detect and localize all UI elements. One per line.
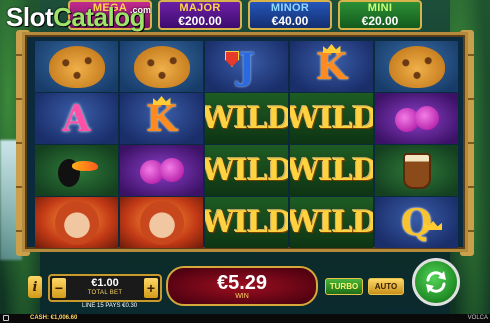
total-bet-label: TOTAL BET — [87, 290, 123, 296]
symbol-woman — [35, 197, 118, 248]
wild-label: WILD — [205, 153, 288, 188]
symbol-wild: WILD — [205, 145, 288, 196]
letter-a: A — [62, 97, 91, 140]
symbol-q: Q — [375, 197, 458, 248]
wild-label: WILD — [290, 205, 373, 240]
symbol-orchid — [120, 145, 203, 196]
symbol-k: K — [120, 93, 203, 144]
orchid-icon — [394, 102, 439, 136]
info-button[interactable]: i — [28, 276, 42, 298]
symbol-orchid — [375, 93, 458, 144]
symbol-wild: WILD — [290, 145, 373, 196]
reel-grid: J K A K WILD WILD WILD WILD WILD WILD Q — [35, 41, 458, 248]
slotcatalog-watermark-logo: SlotCatalog — [6, 2, 145, 33]
win-amount: €5.29 — [216, 272, 268, 294]
jackpot-minor: MINOR €40.00 — [248, 0, 332, 30]
jackpot-minor-value: €40.00 — [271, 14, 309, 28]
win-label: WIN — [235, 293, 249, 300]
logo-text-a: Slot — [6, 2, 54, 32]
bet-selector: − €1.00 TOTAL BET + — [48, 274, 162, 302]
jackpot-mini-label: MINI — [367, 2, 393, 14]
bet-decrease-button[interactable]: − — [52, 278, 66, 298]
drum-icon — [402, 152, 431, 189]
letter-q: Q — [400, 201, 433, 244]
cash-balance: CASH: €1,006.60 — [30, 315, 78, 321]
turbo-button[interactable]: TURBO — [325, 278, 363, 295]
symbol-wild: WILD — [290, 93, 373, 144]
symbol-k: K — [290, 41, 373, 92]
symbol-toucan — [35, 145, 118, 196]
symbol-wild: WILD — [290, 197, 373, 248]
spin-arrows-icon — [426, 271, 446, 293]
symbol-drum — [375, 145, 458, 196]
symbol-a: A — [35, 93, 118, 144]
woman-icon — [139, 200, 184, 245]
symbol-jaguar — [120, 41, 203, 92]
total-bet-value: €1.00 — [91, 277, 119, 289]
letter-j: J — [237, 45, 256, 88]
jackpot-mini-value: €20.00 — [361, 14, 399, 28]
spin-button[interactable] — [412, 258, 460, 306]
symbol-j: J — [205, 41, 288, 92]
home-icon[interactable] — [3, 315, 9, 321]
jackpot-minor-label: MINOR — [270, 2, 310, 14]
jackpot-major-label: MAJOR — [179, 2, 221, 14]
symbol-wild: WILD — [205, 197, 288, 248]
symbol-jaguar — [375, 41, 458, 92]
line-win-info: LINE 15 PAYS €0.30 — [82, 303, 138, 309]
wild-label: WILD — [290, 101, 373, 136]
provider-brand: VOLCA — [467, 315, 488, 321]
symbol-jaguar — [35, 41, 118, 92]
autoplay-button[interactable]: AUTO — [368, 278, 404, 295]
wild-label: WILD — [205, 205, 288, 240]
jaguar-icon — [133, 45, 190, 88]
jaguar-icon — [48, 45, 105, 88]
jackpot-major-value: €200.00 — [178, 14, 222, 28]
woman-icon — [54, 200, 99, 245]
logo-suffix: .com — [130, 5, 152, 15]
status-bar: CASH: €1,006.60 VOLCA — [0, 314, 490, 323]
toucan-icon — [54, 153, 100, 189]
jackpot-major: MAJOR €200.00 — [158, 0, 242, 30]
jackpot-mini: MINI €20.00 — [338, 0, 422, 30]
reel-frame: J K A K WILD WILD WILD WILD WILD WILD Q — [22, 32, 468, 252]
win-display: €5.29 WIN — [166, 266, 318, 306]
bet-increase-button[interactable]: + — [144, 278, 158, 298]
jaguar-icon — [388, 45, 445, 88]
symbol-wild: WILD — [205, 93, 288, 144]
shield-icon — [225, 51, 239, 67]
wild-label: WILD — [290, 153, 373, 188]
orchid-icon — [139, 154, 184, 188]
wild-label: WILD — [205, 101, 288, 136]
symbol-woman — [120, 197, 203, 248]
control-panel: i − €1.00 TOTAL BET + LINE 15 PAYS €0.30… — [0, 258, 490, 314]
